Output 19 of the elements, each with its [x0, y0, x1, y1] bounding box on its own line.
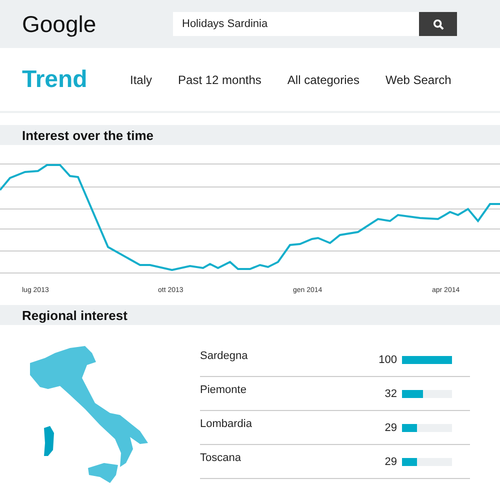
region-name: Toscana — [200, 452, 242, 464]
region-name: Lombardia — [200, 418, 253, 430]
region-name: Piemonte — [200, 384, 248, 396]
search-field[interactable]: Holidays Sardinia — [173, 12, 419, 36]
filter-dropdown[interactable]: Past 12 months — [178, 73, 262, 87]
region-value: 32 — [384, 388, 397, 400]
region-value: 29 — [384, 422, 397, 434]
logo: Google — [22, 10, 98, 38]
filter-dropdown[interactable]: All categories — [287, 73, 360, 87]
filter-dropdown[interactable]: Italy — [130, 73, 152, 87]
page-title: Trend — [22, 66, 88, 94]
section-title: Regional interest — [22, 308, 128, 322]
region-value: 29 — [384, 456, 397, 468]
section-title: Interest over the time — [22, 128, 154, 142]
region-value: 100 — [378, 354, 397, 366]
filter-dropdown[interactable]: Web Search — [385, 73, 452, 87]
search-button[interactable] — [419, 12, 457, 36]
region-name: Sardegna — [200, 350, 249, 362]
search-icon — [432, 18, 444, 30]
